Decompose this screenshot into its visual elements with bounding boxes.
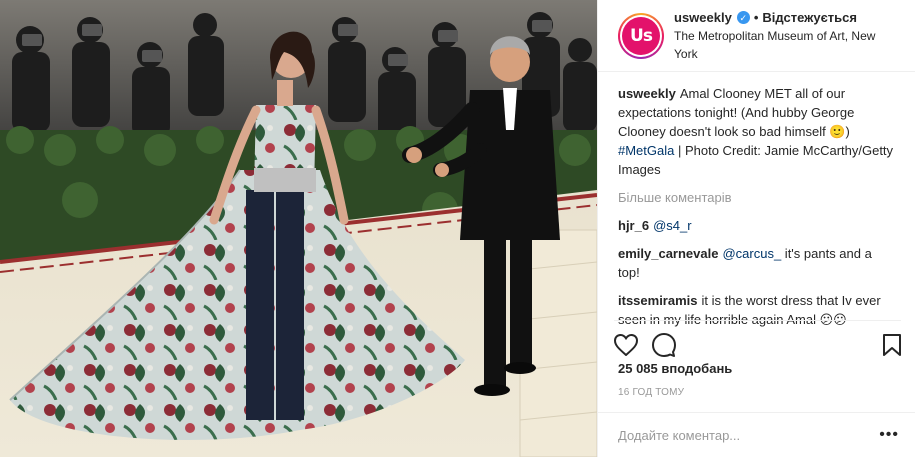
header-line: usweekly ✓ • Відстежується: [674, 9, 899, 27]
comments-list: usweekly Amal Clooney MET all of our expe…: [618, 84, 897, 338]
location-link[interactable]: The Metropolitan Museum of Art, New York: [674, 27, 899, 63]
caption-username[interactable]: usweekly: [618, 86, 676, 101]
following-button[interactable]: Відстежується: [762, 9, 857, 27]
heart-icon[interactable]: [614, 333, 638, 356]
avatar-ring: Us: [620, 14, 662, 57]
more-options-icon[interactable]: •••: [879, 426, 899, 444]
likes-count[interactable]: 25 085 вподобань: [618, 361, 732, 376]
post-photo-illustration: [0, 0, 597, 457]
verified-badge-icon: ✓: [736, 11, 750, 24]
comment-username[interactable]: hjr_6: [618, 218, 649, 233]
comment-item: emily_carnevale @carcus_ it's pants and a…: [618, 244, 897, 282]
post-photo[interactable]: [0, 0, 597, 457]
account-username[interactable]: usweekly: [674, 9, 732, 27]
comment-icon[interactable]: [652, 332, 676, 357]
avatar[interactable]: Us: [618, 12, 664, 59]
bookmark-icon[interactable]: [883, 333, 901, 356]
add-comment-bar: •••: [598, 412, 915, 457]
more-comments-button[interactable]: Більше коментарів: [618, 188, 897, 207]
post-header: Us usweekly ✓ • Відстежується The Metrop…: [598, 0, 915, 72]
comment-username[interactable]: itssemiramis: [618, 293, 698, 308]
mention-link[interactable]: @s4_r: [653, 218, 692, 233]
instagram-post: Us usweekly ✓ • Відстежується The Metrop…: [0, 0, 915, 457]
usweekly-logo: Us: [622, 16, 660, 55]
caption: usweekly Amal Clooney MET all of our expe…: [618, 84, 897, 179]
action-bar: [614, 320, 901, 360]
comment-input[interactable]: [618, 427, 880, 443]
hashtag-link[interactable]: #MetGala: [618, 143, 674, 158]
post-side-panel: Us usweekly ✓ • Відстежується The Metrop…: [597, 0, 915, 457]
comment-item: hjr_6 @s4_r: [618, 216, 897, 235]
comment-username[interactable]: emily_carnevale: [618, 246, 718, 261]
post-timestamp[interactable]: 16 ГОД ТОМУ: [618, 387, 684, 398]
header-text: usweekly ✓ • Відстежується The Metropoli…: [674, 9, 899, 63]
mention-link[interactable]: @carcus_: [722, 246, 781, 261]
separator-dot: •: [753, 9, 759, 25]
emoji: 🙂: [829, 124, 846, 139]
caption-text-2: ): [845, 124, 850, 139]
